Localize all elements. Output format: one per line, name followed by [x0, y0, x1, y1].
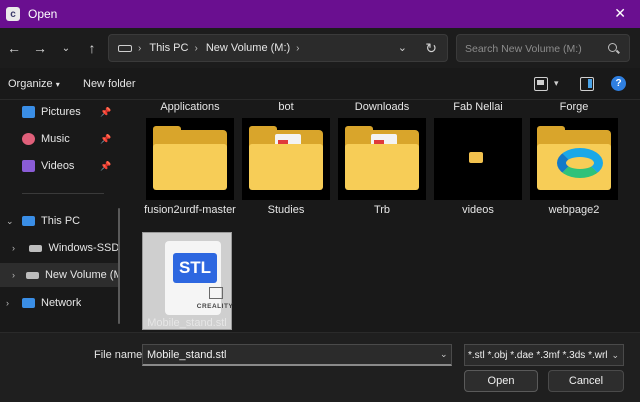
sidebar-item-label: Pictures	[41, 106, 81, 118]
chevron-down-icon: ⌄	[611, 350, 619, 360]
file-item-label: Studies	[267, 204, 305, 216]
file-item-bot[interactable]: bot	[238, 100, 334, 114]
file-item-fab-nellai[interactable]: Fab Nellai	[430, 100, 526, 114]
caret-down-icon: ▾	[55, 80, 60, 89]
file-type-value: *.stl *.obj *.dae *.3mf *.3ds *.wrl	[468, 350, 608, 361]
folder-icon	[469, 152, 483, 163]
folder-thumbnail	[530, 118, 618, 200]
pin-icon[interactable]: 📌	[100, 134, 111, 145]
file-item-label: Trb	[373, 204, 391, 216]
preview-pane-icon[interactable]	[580, 77, 594, 91]
brand-label: CREALITY	[196, 303, 234, 310]
drive-icon	[118, 44, 132, 52]
sidebar-item-new-volume[interactable]: › New Volume (M:)	[0, 263, 118, 287]
chevron-right-icon: ›	[138, 42, 142, 54]
up-arrow-icon[interactable]: ↑	[82, 38, 102, 58]
sidebar-item-videos[interactable]: Videos 📌	[0, 154, 118, 178]
network-icon	[22, 298, 35, 308]
this-pc-icon	[22, 216, 35, 226]
filename-input[interactable]	[142, 344, 452, 366]
sidebar-item-label: New Volume (M:)	[44, 269, 118, 281]
sidebar-item-label: Windows-SSD	[48, 242, 118, 254]
command-bar: Organize ▾ New folder ▾ ?	[0, 68, 640, 100]
pin-icon[interactable]: 📌	[100, 161, 111, 172]
breadcrumb-new-volume[interactable]: New Volume (M:)	[206, 42, 290, 54]
sidebar-item-label: Network	[41, 297, 82, 309]
edge-browser-icon	[557, 148, 603, 178]
pin-icon[interactable]: 📌	[100, 107, 111, 118]
sidebar-item-this-pc[interactable]: ⌄ This PC	[0, 209, 118, 233]
sidebar-item-network[interactable]: › Network	[0, 291, 118, 315]
search-icon	[608, 43, 617, 52]
sidebar-item-music[interactable]: Music 📌	[0, 127, 118, 151]
app-icon: c	[6, 7, 20, 21]
chevron-right-icon: ›	[194, 42, 198, 54]
forward-arrow-icon[interactable]: →	[30, 38, 50, 58]
sidebar-item-label: This PC	[41, 215, 81, 227]
filename-label: File name:	[94, 349, 146, 361]
drive-icon	[25, 271, 39, 279]
folder-thumbnail	[338, 118, 426, 200]
chevron-right-icon[interactable]: ›	[12, 243, 15, 253]
folder-icon	[537, 126, 611, 190]
navigation-bar: ← → ⌄ ↑ › This PC › New Volume (M:) › ⌄ …	[0, 28, 640, 68]
pictures-icon	[22, 106, 35, 118]
breadcrumb-this-pc[interactable]: This PC	[149, 42, 188, 54]
file-item-label: Mobile_stand.stl	[147, 317, 227, 329]
sidebar-item-label: Music	[41, 133, 70, 145]
organize-label: Organize	[8, 78, 53, 90]
back-arrow-icon[interactable]: ←	[4, 38, 24, 58]
chevron-right-icon: ›	[296, 42, 300, 54]
folder-icon	[153, 126, 227, 190]
sidebar-item-label: Videos	[41, 160, 75, 172]
file-type-select[interactable]: *.stl *.obj *.dae *.3mf *.3ds *.wrl ⌄	[464, 344, 624, 366]
cube-icon	[209, 287, 223, 299]
address-bar[interactable]: › This PC › New Volume (M:) › ⌄ ↻	[108, 34, 448, 62]
chevron-right-icon[interactable]: ›	[12, 270, 15, 280]
folder-icon	[249, 126, 323, 190]
refresh-icon[interactable]: ↻	[425, 40, 437, 57]
open-button[interactable]: Open	[464, 370, 538, 392]
folder-icon	[345, 126, 419, 190]
filename-dropdown-icon[interactable]: ⌄	[440, 349, 448, 360]
organize-button[interactable]: Organize ▾	[8, 78, 60, 90]
search-input[interactable]: Search New Volume (M:)	[456, 34, 630, 62]
recent-locations-chevron-icon[interactable]: ⌄	[56, 38, 76, 58]
stl-file-icon: STL CREALITY	[165, 241, 233, 315]
dialog-footer: File name: ⌄ *.stl *.obj *.dae *.3mf *.3…	[0, 332, 640, 402]
address-dropdown-icon[interactable]: ⌄	[398, 41, 407, 54]
videos-icon	[22, 160, 35, 172]
search-placeholder: Search New Volume (M:)	[465, 43, 582, 55]
music-icon	[22, 133, 35, 145]
drive-icon	[29, 244, 43, 252]
file-list: Applications bot Downloads Fab Nellai Fo…	[126, 100, 632, 332]
folder-thumbnail	[146, 118, 234, 200]
file-item-downloads[interactable]: Downloads	[334, 100, 430, 114]
navigation-pane: Pictures 📌 Music 📌 Videos 📌 ⌄ This PC › …	[0, 100, 124, 332]
view-mode-icon[interactable]	[534, 77, 548, 91]
folder-thumbnail	[434, 118, 522, 200]
title-bar: c Open ✕	[0, 0, 640, 28]
sidebar-divider	[22, 193, 104, 194]
file-item-applications[interactable]: Applications	[142, 100, 238, 114]
chevron-down-icon[interactable]: ⌄	[6, 216, 14, 227]
chevron-right-icon[interactable]: ›	[6, 298, 9, 308]
folder-thumbnail	[242, 118, 330, 200]
file-item-forge[interactable]: Forge	[526, 100, 622, 114]
sidebar-item-pictures[interactable]: Pictures 📌	[0, 100, 118, 124]
help-icon[interactable]: ?	[611, 76, 626, 91]
stl-badge: STL	[173, 253, 217, 283]
caret-down-icon[interactable]: ▾	[554, 78, 559, 89]
sidebar-item-windows-ssd[interactable]: › Windows-SSD	[0, 236, 118, 260]
file-item-label: fusion2urdf-master	[144, 204, 236, 216]
cancel-button[interactable]: Cancel	[548, 370, 624, 392]
close-icon[interactable]: ✕	[614, 5, 626, 22]
new-folder-button[interactable]: New folder	[83, 78, 136, 90]
window-title: Open	[28, 7, 58, 21]
file-item-label: webpage2	[548, 204, 600, 216]
sidebar-scrollbar[interactable]	[118, 208, 120, 324]
file-item-label: videos	[462, 204, 494, 216]
